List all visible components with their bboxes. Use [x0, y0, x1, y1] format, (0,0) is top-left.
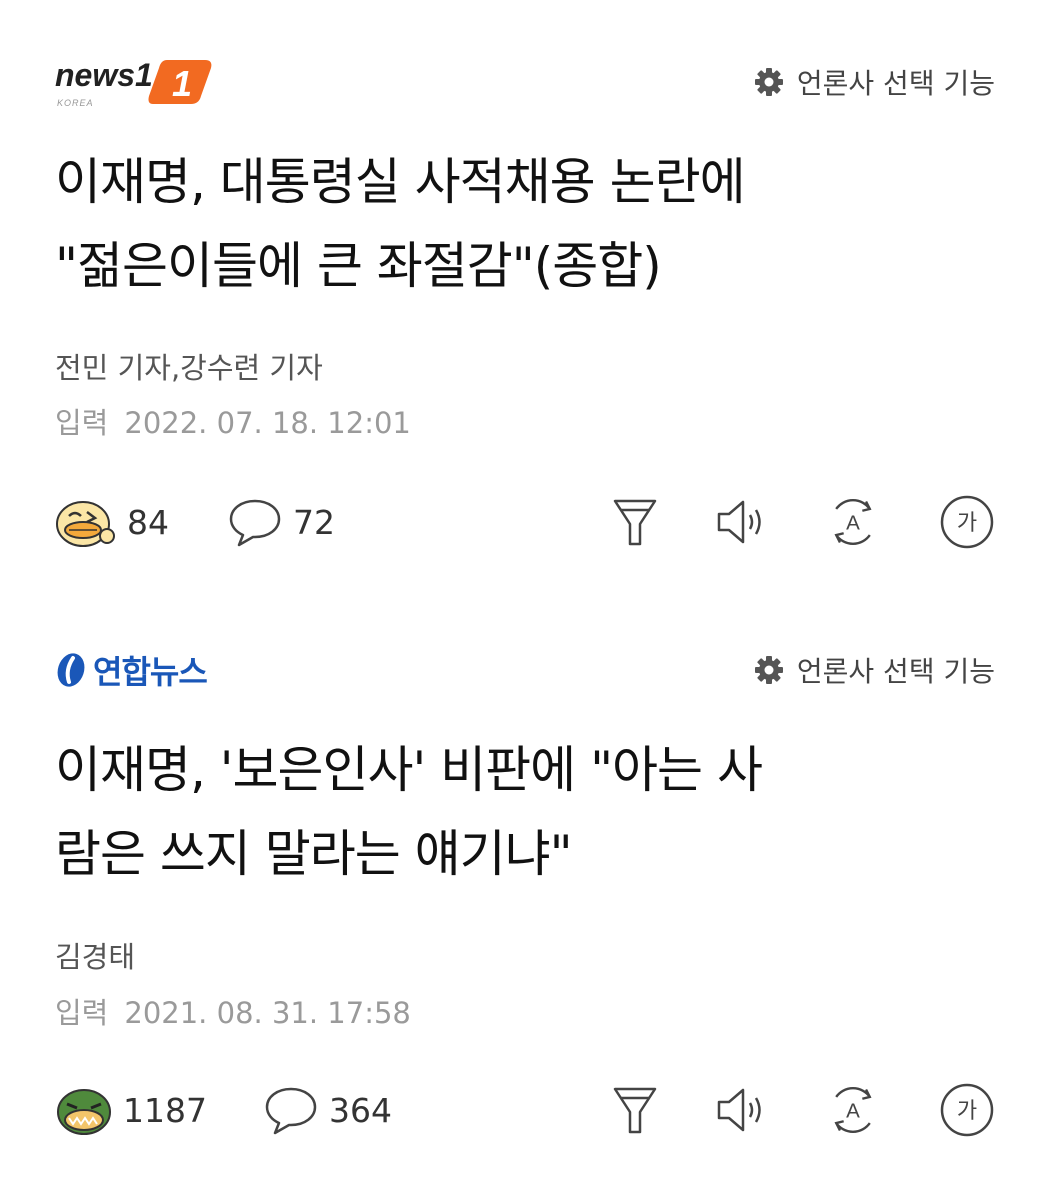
date-value: 2021. 08. 31. 17:58: [124, 996, 411, 1030]
translate-button[interactable]: A: [825, 494, 881, 550]
publisher-row: 연합뉴스 언론사 선택 기능: [55, 640, 995, 700]
yonhap-logo[interactable]: 연합뉴스: [55, 648, 208, 692]
text-to-speech-button[interactable]: [715, 494, 771, 550]
reaction-count: 84: [127, 502, 169, 542]
svg-text:A: A: [846, 511, 860, 534]
headline-line-1: 이재명, 대통령실 사적채용 논란에: [55, 153, 746, 211]
article-card-2: 연합뉴스 언론사 선택 기능 이재명, '보은인사' 비판에 "아는 사 람은 …: [0, 590, 1050, 1200]
news1-logo-sub: KOREA: [57, 98, 94, 108]
font-size-button[interactable]: 가: [939, 1082, 995, 1138]
headline-line-2: 람은 쓰지 말라는 얘기냐": [55, 825, 573, 883]
speaker-tts-icon: [717, 500, 761, 544]
date-label: 입력: [55, 996, 109, 1030]
press-select-button[interactable]: 언론사 선택 기능: [753, 650, 995, 690]
yonhap-logo-word: 연합뉴스: [93, 653, 208, 691]
action-bar: 1187 364 A 가: [55, 1080, 998, 1140]
press-select-button[interactable]: 언론사 선택 기능: [753, 62, 995, 102]
svg-text:A: A: [846, 1099, 860, 1122]
funnel-summary-icon: [613, 1087, 657, 1134]
reaction-button[interactable]: 84: [55, 492, 169, 552]
speech-bubble-icon: [229, 499, 281, 547]
article-card-1: news1 1 KOREA 언론사 선택 기능 이재명, 대통령실 사적채용 논…: [0, 0, 1050, 590]
news1-logo-mark: news1 1 KOREA: [55, 57, 212, 108]
date-value: 2022. 07. 18. 12:01: [124, 406, 411, 440]
speech-bubble-icon: [265, 1087, 317, 1135]
svg-text:1: 1: [172, 63, 192, 104]
comment-count: 72: [293, 502, 335, 542]
translate-a-icon: A: [834, 499, 872, 545]
reporter-byline[interactable]: 김경태: [55, 934, 135, 976]
reaction-button[interactable]: 1187: [55, 1080, 207, 1140]
publish-date: 입력 2021. 08. 31. 17:58: [55, 990, 411, 1032]
press-select-label: 언론사 선택 기능: [796, 655, 995, 688]
translate-a-icon: A: [834, 1087, 872, 1133]
comment-button[interactable]: 364: [263, 1080, 392, 1140]
article-headline[interactable]: 이재명, '보은인사' 비판에 "아는 사 람은 쓰지 말라는 얘기냐": [55, 728, 1000, 896]
reporter-byline[interactable]: 전민 기자,강수련 기자: [55, 345, 323, 387]
font-size-button[interactable]: 가: [939, 494, 995, 550]
emoji-reaction-icon: [56, 501, 115, 547]
news1-logo[interactable]: news1 1 KOREA: [55, 52, 215, 110]
news1-logo-word: news1: [55, 57, 153, 93]
summary-button[interactable]: [607, 1082, 663, 1138]
headline-line-2: "젊은이들에 큰 좌절감"(종합): [55, 237, 662, 295]
comment-button[interactable]: 72: [227, 492, 335, 552]
translate-button[interactable]: A: [825, 1082, 881, 1138]
reaction-count: 1187: [123, 1090, 207, 1130]
font-size-ga-icon: 가: [940, 495, 994, 549]
headline-line-1: 이재명, '보은인사' 비판에 "아는 사: [55, 741, 763, 799]
yonhap-logo-mark: [57, 653, 85, 687]
comment-count: 364: [329, 1090, 392, 1130]
gear-icon: [754, 656, 783, 684]
action-bar: 84 72 A 가: [55, 492, 998, 552]
date-label: 입력: [55, 406, 109, 440]
text-to-speech-button[interactable]: [715, 1082, 771, 1138]
svg-text:가: 가: [957, 1099, 977, 1124]
publish-date: 입력 2022. 07. 18. 12:01: [55, 400, 411, 442]
summary-button[interactable]: [607, 494, 663, 550]
emoji-reaction-icon: [57, 1089, 111, 1135]
svg-text:가: 가: [957, 511, 977, 536]
gear-icon: [754, 68, 783, 96]
speaker-tts-icon: [717, 1088, 761, 1132]
press-select-label: 언론사 선택 기능: [796, 67, 995, 100]
font-size-ga-icon: 가: [940, 1083, 994, 1137]
article-headline[interactable]: 이재명, 대통령실 사적채용 논란에 "젊은이들에 큰 좌절감"(종합): [55, 140, 1000, 308]
funnel-summary-icon: [613, 499, 657, 546]
publisher-row: news1 1 KOREA 언론사 선택 기능: [55, 52, 995, 112]
